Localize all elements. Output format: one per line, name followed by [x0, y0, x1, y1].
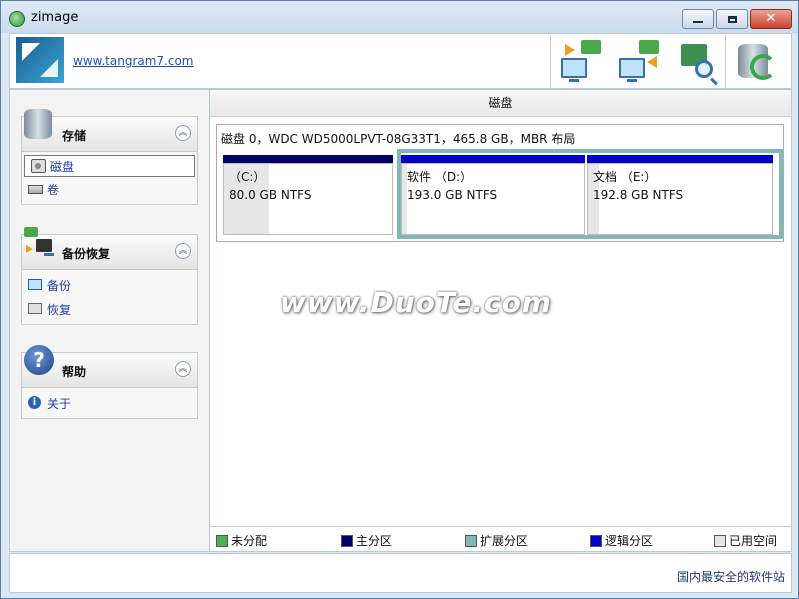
app-icon: [9, 11, 25, 27]
partition-size: 192.8 GB NTFS: [593, 188, 684, 202]
sidebar-item-disk[interactable]: 磁盘: [24, 155, 195, 177]
title-bar[interactable]: zimage ✕: [1, 1, 798, 33]
toolbar-search-button[interactable]: [667, 34, 725, 88]
collapse-icon[interactable]: ︽: [175, 361, 191, 377]
collapse-icon[interactable]: ︽: [175, 243, 191, 259]
legend-unallocated: 未分配: [216, 532, 267, 549]
partition-e[interactable]: 文档 （E:） 192.8 GB NTFS: [587, 155, 773, 239]
group-title: 存储: [62, 129, 87, 143]
status-bar: 国内最安全的软件站: [9, 553, 792, 593]
maximize-icon: [727, 15, 737, 23]
corner-slogan: 国内最安全的软件站: [676, 570, 785, 584]
legend-used: 已用空间: [714, 532, 777, 549]
minimize-icon: [693, 21, 703, 23]
minimize-button[interactable]: [682, 9, 714, 29]
sidebar-item-label: 卷: [47, 183, 60, 197]
group-header-storage[interactable]: 存储 ︽: [21, 109, 198, 152]
sidebar-item-about[interactable]: i 关于: [22, 391, 197, 415]
partition-d[interactable]: 软件 （D:） 193.0 GB NTFS: [401, 155, 585, 239]
sidebar: 存储 ︽ 磁盘 卷 备份恢复 ︽ 备份 恢复 ? 帮助 ︽ i 关于: [9, 89, 210, 552]
legend: 未分配 主分区 扩展分区 逻辑分区 已用空间: [210, 526, 791, 551]
legend-swatch: [216, 534, 228, 547]
sidebar-item-label: 备份: [47, 279, 72, 293]
sidebar-item-backup[interactable]: 备份: [22, 273, 197, 297]
toolbar-restore-button[interactable]: [609, 34, 667, 88]
collapse-icon[interactable]: ︽: [175, 125, 191, 141]
partition-bar: [223, 155, 393, 163]
group-title: 备份恢复: [62, 247, 111, 261]
disk-info: 磁盘 0，WDC WD5000LPVT-08G33T1，465.8 GB，MBR…: [221, 132, 576, 146]
legend-swatch: [714, 534, 726, 547]
sidebar-item-label: 磁盘: [50, 160, 75, 174]
close-button[interactable]: ✕: [750, 9, 792, 29]
legend-swatch: [465, 534, 477, 547]
sidebar-group-storage: 存储 ︽ 磁盘 卷: [21, 109, 198, 205]
group-title: 帮助: [62, 365, 87, 379]
legend-swatch: [590, 534, 602, 547]
partition-label: 软件 （D:）: [407, 170, 473, 184]
partition-bar: [401, 155, 585, 163]
group-header-backup[interactable]: 备份恢复 ︽: [21, 227, 198, 270]
sidebar-group-backup: 备份恢复 ︽ 备份 恢复: [21, 227, 198, 325]
group-header-help[interactable]: ? 帮助 ︽: [21, 345, 198, 388]
legend-primary: 主分区: [341, 532, 392, 549]
legend-swatch: [341, 534, 353, 547]
sidebar-item-label: 恢复: [47, 303, 72, 317]
website-link[interactable]: www.tangram7.com: [73, 54, 194, 68]
legend-logical: 逻辑分区: [590, 532, 653, 549]
partition-label: 文档 （E:）: [593, 170, 657, 184]
partition-bar: [587, 155, 773, 163]
partition-c[interactable]: （C:） 80.0 GB NTFS: [223, 155, 393, 239]
page-title: 磁盘: [210, 90, 791, 117]
sidebar-item-volume[interactable]: 卷: [22, 177, 197, 201]
close-icon: ✕: [765, 11, 777, 26]
header-banner: www.tangram7.com: [9, 33, 792, 89]
sidebar-group-help: ? 帮助 ︽ i 关于: [21, 345, 198, 419]
watermark: www.DuoTe.com: [280, 286, 552, 319]
maximize-button[interactable]: [716, 9, 748, 29]
toolbar-backup-button[interactable]: [551, 34, 609, 88]
sidebar-item-restore[interactable]: 恢复: [22, 297, 197, 321]
legend-extended: 扩展分区: [465, 532, 528, 549]
app-window: zimage ✕ www.tangram7.com 存储 ︽ 磁盘 卷 备份恢复…: [0, 0, 799, 599]
toolbar-refresh-button[interactable]: [726, 34, 784, 88]
partition-size: 193.0 GB NTFS: [407, 188, 498, 202]
disk-map[interactable]: 磁盘 0，WDC WD5000LPVT-08G33T1，465.8 GB，MBR…: [216, 124, 784, 242]
main-panel: 磁盘 磁盘 0，WDC WD5000LPVT-08G33T1，465.8 GB，…: [209, 89, 792, 552]
app-logo: [16, 37, 64, 83]
window-title: zimage: [31, 10, 79, 25]
partition-label: （C:）: [229, 170, 266, 184]
partition-size: 80.0 GB NTFS: [229, 188, 312, 202]
toolbar: [550, 34, 784, 88]
sidebar-item-label: 关于: [47, 397, 72, 411]
